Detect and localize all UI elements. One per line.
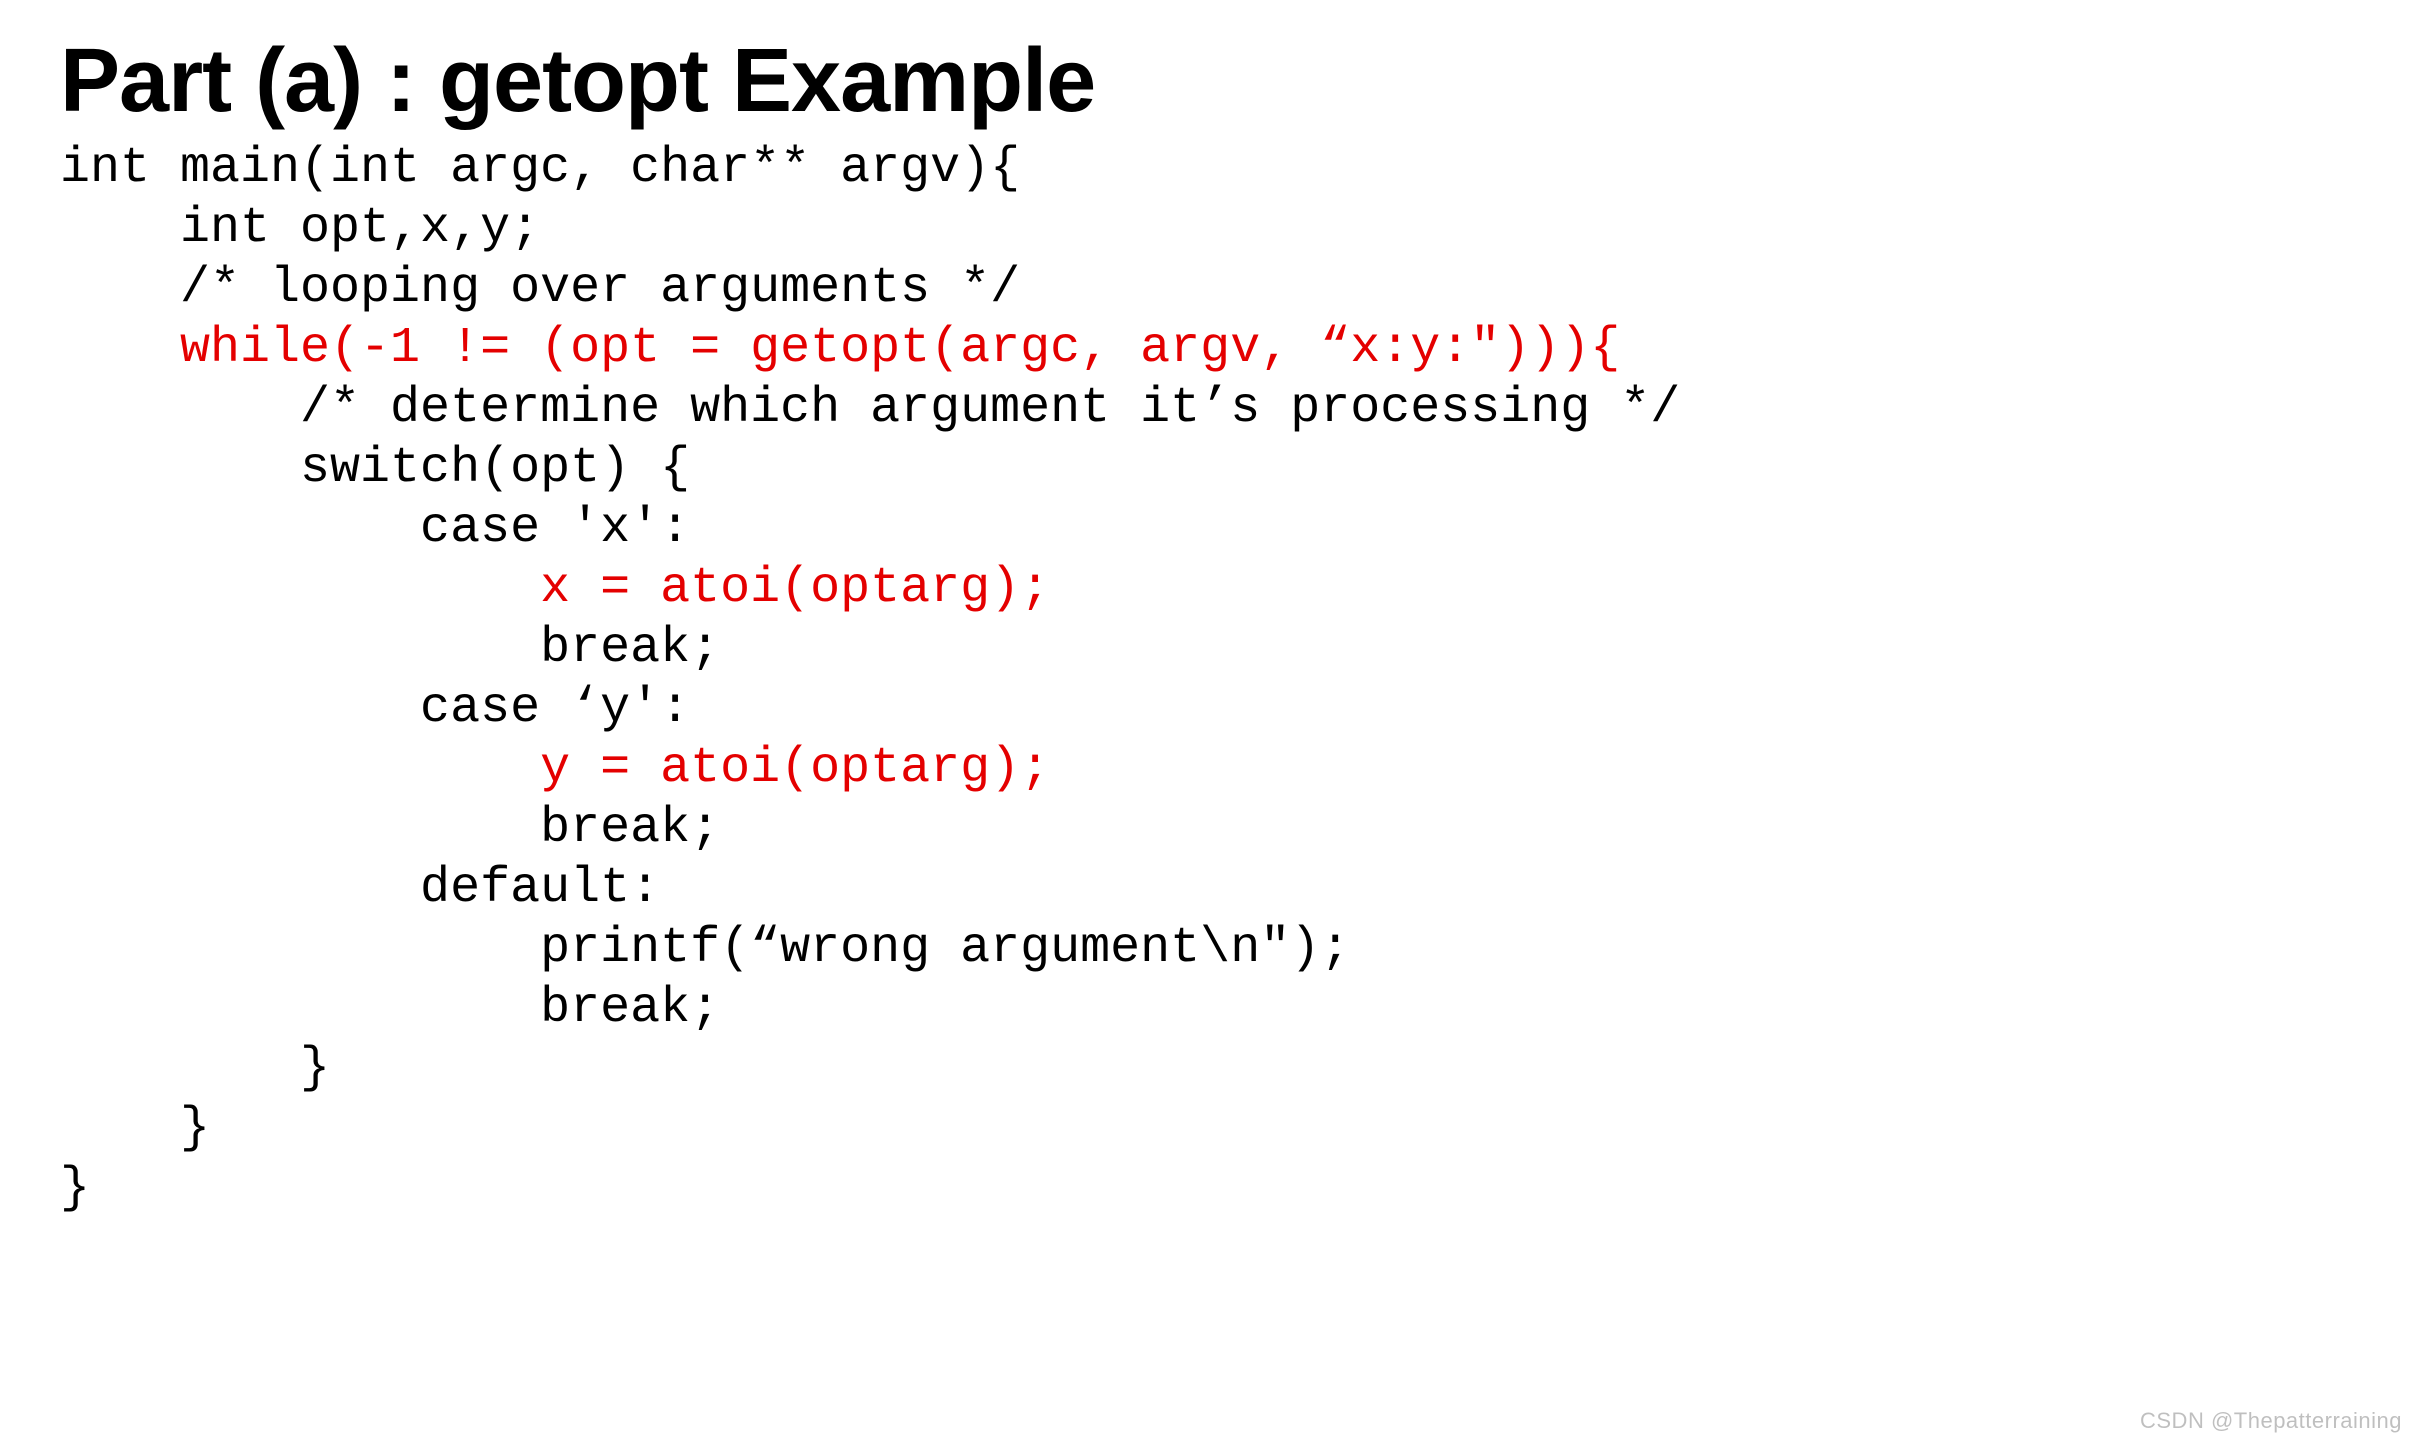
code-line-highlight: x = atoi(optarg);	[60, 560, 1050, 617]
code-line: /* determine which argument it’s process…	[60, 380, 1680, 437]
code-line: switch(opt) {	[60, 440, 690, 497]
code-line: }	[60, 1100, 210, 1157]
code-line: int main(int argc, char** argv){	[60, 140, 1020, 197]
code-block: int main(int argc, char** argv){ int opt…	[60, 139, 2422, 1219]
code-line: }	[60, 1160, 90, 1217]
code-line: /* looping over arguments */	[60, 260, 1020, 317]
watermark: CSDN @Thepatterraining	[2140, 1408, 2402, 1434]
code-line: break;	[60, 980, 720, 1037]
code-line: int opt,x,y;	[60, 200, 540, 257]
code-line: default:	[60, 860, 660, 917]
code-line: printf(“wrong argument\n");	[60, 920, 1350, 977]
code-line: case ‘y':	[60, 680, 690, 737]
code-line: break;	[60, 620, 720, 677]
code-line: }	[60, 1040, 330, 1097]
slide: Part (a) : getopt Example int main(int a…	[0, 0, 2422, 1219]
code-line-highlight: y = atoi(optarg);	[60, 740, 1050, 797]
code-line: case 'x':	[60, 500, 690, 557]
code-line: break;	[60, 800, 720, 857]
slide-title: Part (a) : getopt Example	[60, 30, 2422, 133]
code-line-highlight: while(-1 != (opt = getopt(argc, argv, “x…	[60, 320, 1620, 377]
